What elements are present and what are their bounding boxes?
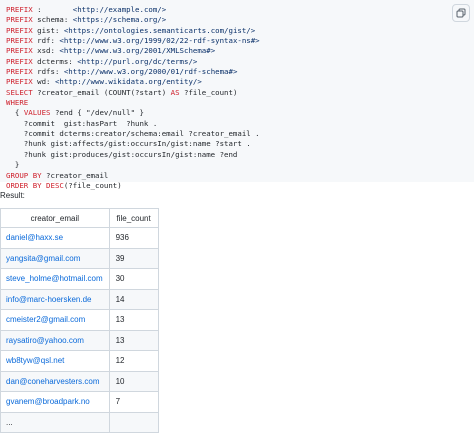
column-header-creator-email: creator_email xyxy=(0,208,110,228)
sparql-code-block: PREFIX : <http://example.com/> PREFIX sc… xyxy=(0,0,474,190)
email-cell[interactable]: dan@coneharvesters.com xyxy=(0,370,110,392)
column-header-file-count: file_count xyxy=(108,208,159,228)
table-row: ... xyxy=(0,411,159,433)
prefix-line: PREFIX rdf: <http://www.w3.org/1999/02/2… xyxy=(6,36,260,46)
count-cell: 13 xyxy=(108,309,159,331)
count-cell: 39 xyxy=(108,247,159,269)
count-cell: 14 xyxy=(108,288,159,310)
email-cell[interactable]: wb8tyw@qsl.net xyxy=(0,350,110,372)
table-row: yangsita@gmail.com 39 xyxy=(0,247,159,269)
copy-icon xyxy=(456,8,466,18)
count-cell: 12 xyxy=(108,350,159,372)
table-row: dan@coneharvesters.com 10 xyxy=(0,370,159,392)
table-row: info@marc-hoersken.de 14 xyxy=(0,288,159,310)
table-row: wb8tyw@qsl.net 12 xyxy=(0,350,159,372)
count-cell: 936 xyxy=(108,227,159,249)
count-cell: 7 xyxy=(108,391,159,413)
email-cell[interactable]: info@marc-hoersken.de xyxy=(0,288,110,310)
count-cell: 10 xyxy=(108,370,159,392)
email-cell[interactable]: daniel@haxx.se xyxy=(0,227,110,249)
result-label: Result: xyxy=(0,191,25,200)
prefix-line: PREFIX wd: <http://www.wikidata.org/enti… xyxy=(6,77,202,87)
email-cell[interactable]: steve_holme@hotmail.com xyxy=(0,268,110,290)
email-cell[interactable]: cmeister2@gmail.com xyxy=(0,309,110,331)
count-cell: 13 xyxy=(108,329,159,351)
triple-line: ?hunk gist:produces/gist:occursIn/gist:n… xyxy=(6,149,238,159)
email-cell[interactable]: gvanem@broadpark.no xyxy=(0,391,110,413)
order-by-line: ORDER BY DESC(?file_count) xyxy=(6,180,122,190)
table-row: daniel@haxx.se 936 xyxy=(0,227,159,249)
prefix-line: PREFIX dcterms: <http://purl.org/dc/term… xyxy=(6,56,198,66)
table-row: cmeister2@gmail.com 13 xyxy=(0,309,159,331)
prefix-line: PREFIX schema: <https://schema.org/> xyxy=(6,15,167,25)
prefix-line: PREFIX rdfs: <http://www.w3.org/2000/01/… xyxy=(6,67,238,77)
copy-button[interactable] xyxy=(452,4,470,22)
ellipsis-cell: ... xyxy=(0,411,110,433)
table-row: raysatiro@yahoo.com 13 xyxy=(0,329,159,351)
select-line: SELECT ?creator_email (COUNT(?start) AS … xyxy=(6,87,238,97)
where-line: WHERE xyxy=(6,98,29,108)
triple-line: ?hunk gist:affects/gist:occursIn/gist:na… xyxy=(6,139,251,149)
group-by-line: GROUP BY ?creator_email xyxy=(6,170,109,180)
prefix-line: PREFIX xsd: <http://www.w3.org/2001/XMLS… xyxy=(6,46,216,56)
email-cell[interactable]: raysatiro@yahoo.com xyxy=(0,329,110,351)
prefix-line: PREFIX : <http://example.com/> xyxy=(6,5,167,14)
table-row: steve_holme@hotmail.com 30 xyxy=(0,268,159,290)
triple-line: ?commit gist:hasPart ?hunk . xyxy=(6,118,158,128)
triple-line: ?commit dcterms:creator/schema:email ?cr… xyxy=(6,129,260,139)
results-table: creator_email file_count daniel@haxx.se 9… xyxy=(0,208,159,433)
email-cell[interactable]: yangsita@gmail.com xyxy=(0,247,110,269)
close-brace-line: } xyxy=(6,160,20,170)
values-line: { VALUES ?end { "/dev/null" } xyxy=(6,108,144,118)
count-cell xyxy=(108,411,159,433)
table-header-row: creator_email file_count xyxy=(0,208,159,228)
prefix-line: PREFIX gist: <https://ontologies.semanti… xyxy=(6,25,256,35)
count-cell: 30 xyxy=(108,268,159,290)
table-row: gvanem@broadpark.no 7 xyxy=(0,391,159,413)
